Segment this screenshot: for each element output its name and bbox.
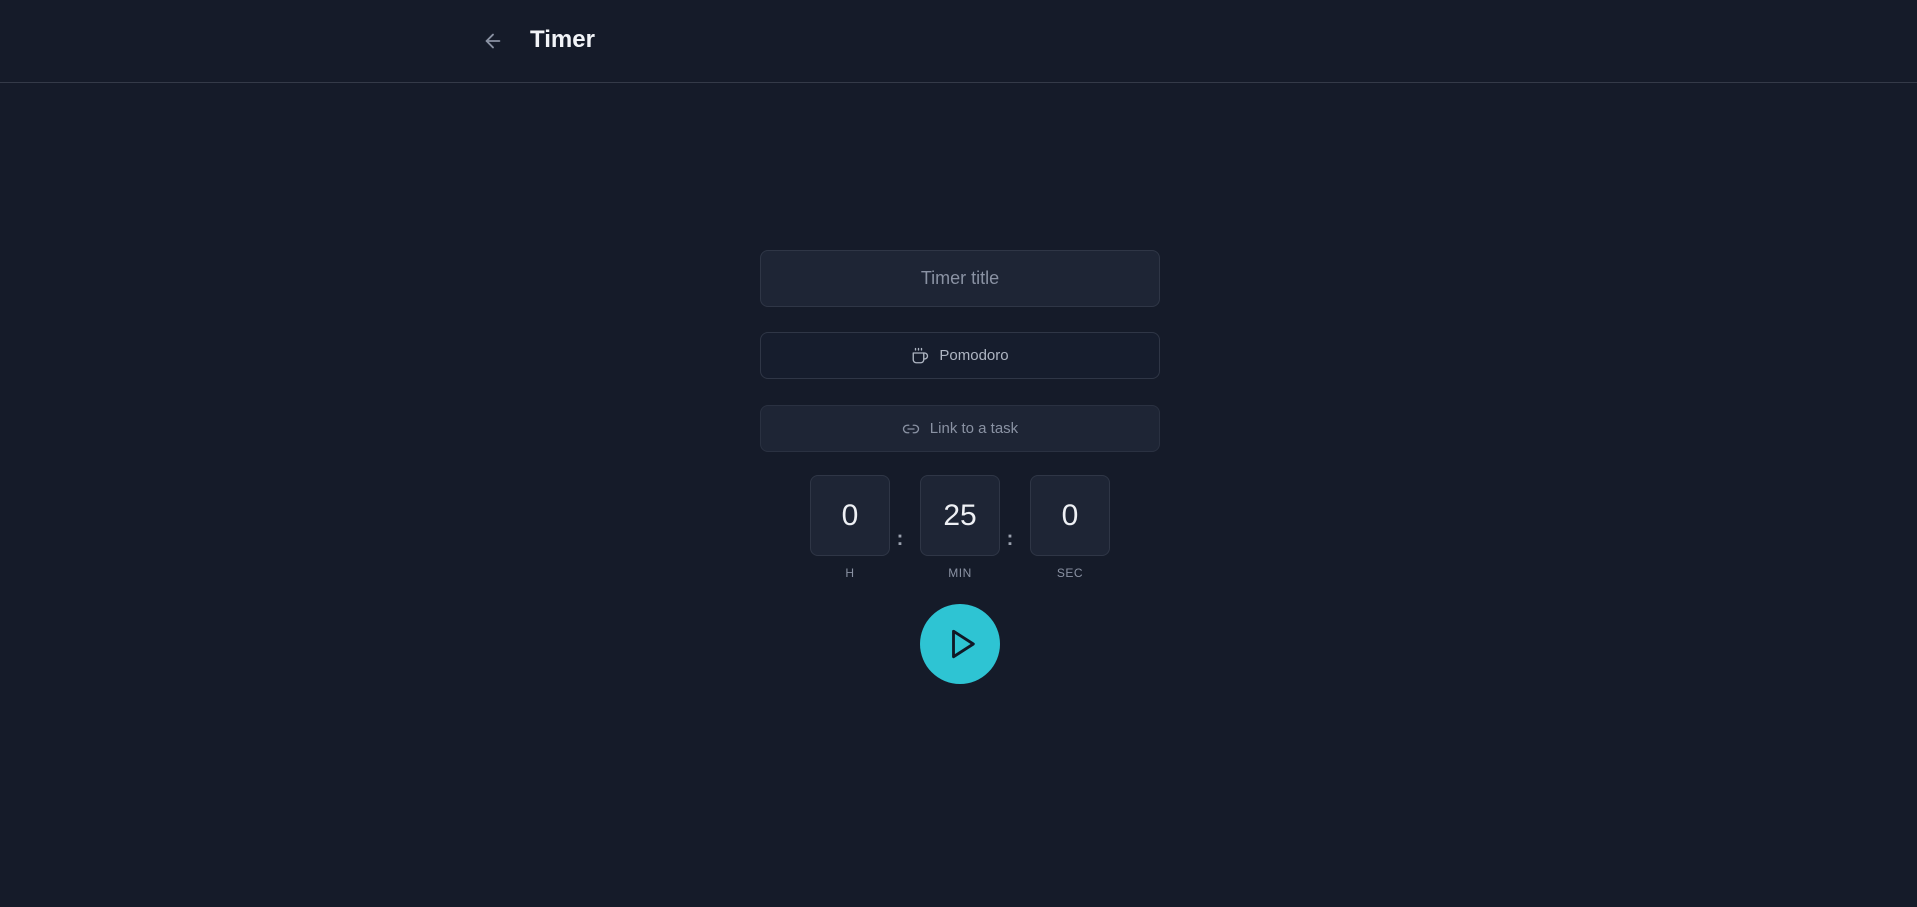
link-icon <box>902 420 920 438</box>
coffee-cup-icon <box>911 347 929 365</box>
back-button[interactable] <box>478 26 508 56</box>
seconds-input[interactable]: 0 <box>1030 475 1110 556</box>
hours-unit: 0 H <box>810 475 890 580</box>
pomodoro-label: Pomodoro <box>939 347 1009 364</box>
time-separator: : <box>896 528 904 550</box>
play-icon <box>952 629 975 659</box>
pomodoro-button[interactable]: Pomodoro <box>760 332 1160 379</box>
seconds-label: SEC <box>1056 566 1084 580</box>
seconds-unit: 0 SEC <box>1030 475 1110 580</box>
timer-form: Pomodoro Link to a task <box>760 250 1160 452</box>
arrow-left-icon <box>485 33 501 49</box>
link-task-button[interactable]: Link to a task <box>760 405 1160 452</box>
app-header: Timer <box>0 0 1917 83</box>
time-input-row: 0 H : 25 MIN : 0 SEC <box>810 475 1110 585</box>
minutes-input[interactable]: 25 <box>920 475 1000 556</box>
minutes-label: MIN <box>948 566 972 580</box>
hours-input[interactable]: 0 <box>810 475 890 556</box>
page-title: Timer <box>530 26 595 53</box>
start-timer-button[interactable] <box>920 604 1000 684</box>
timer-title-input[interactable] <box>760 250 1160 307</box>
hours-label: H <box>845 566 855 580</box>
link-task-label: Link to a task <box>929 420 1019 437</box>
time-separator: : <box>1006 528 1014 550</box>
minutes-unit: 25 MIN <box>920 475 1000 580</box>
